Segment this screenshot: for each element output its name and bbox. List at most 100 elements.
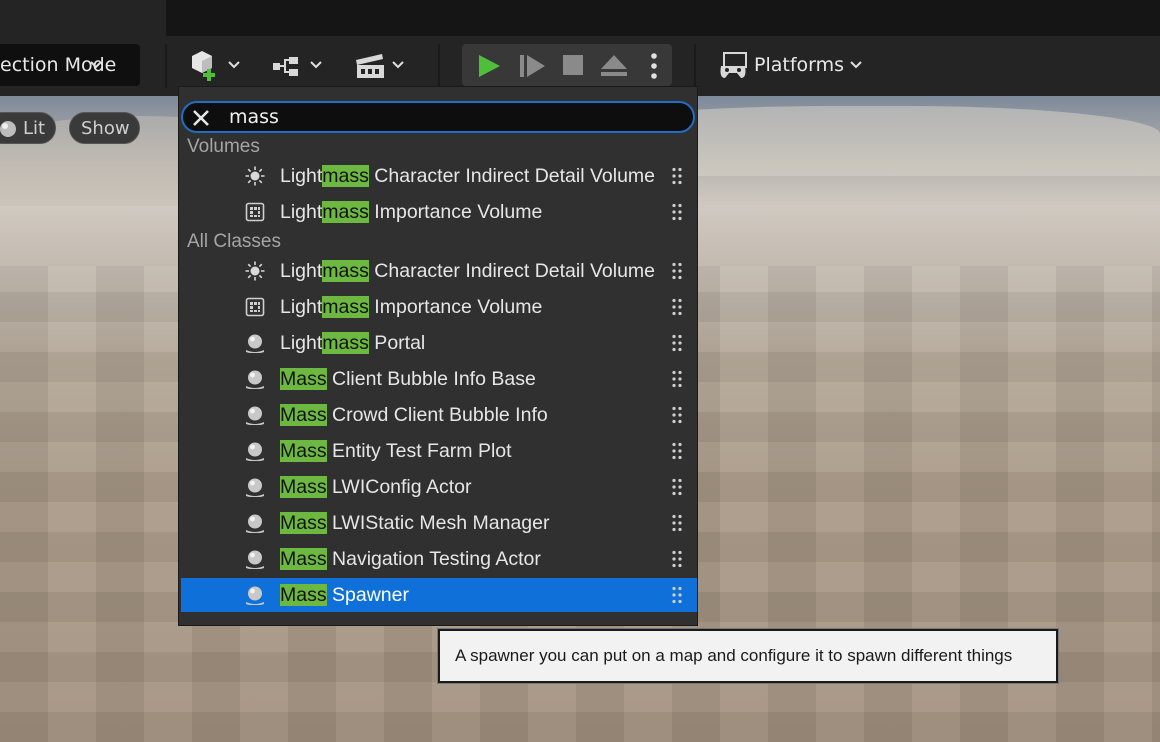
drag-handle-icon[interactable]: [671, 478, 683, 496]
drag-handle-icon[interactable]: [671, 406, 683, 424]
toolbar-divider: [438, 44, 440, 88]
search-match-highlight: Mass: [280, 512, 327, 534]
label-suffix: LWIConfig Actor: [326, 476, 472, 498]
list-item-label: Lightmass Importance Volume: [280, 195, 542, 229]
list-item-label: Mass LWIStatic Mesh Manager: [280, 506, 549, 540]
label-suffix: Client Bubble Info Base: [326, 368, 536, 390]
label-prefix: Light: [280, 201, 323, 223]
search-match-highlight: Mass: [280, 476, 327, 498]
play-icon[interactable]: [476, 53, 502, 79]
label-suffix: Portal: [368, 332, 426, 354]
section-header-volumes: Volumes: [187, 136, 260, 157]
search-match-highlight: Mass: [280, 584, 327, 606]
selection-mode-dropdown[interactable]: ection Mode: [0, 44, 140, 86]
list-item-label: Mass Crowd Client Bubble Info: [280, 398, 548, 432]
list-item-label: Lightmass Importance Volume: [280, 290, 542, 324]
actor-sphere-icon: [245, 405, 265, 426]
drag-handle-icon[interactable]: [671, 370, 683, 388]
list-item[interactable]: Mass Client Bubble Info Base: [181, 362, 697, 396]
list-item[interactable]: Lightmass Character Indirect Detail Volu…: [181, 159, 697, 193]
close-icon[interactable]: [191, 108, 211, 128]
list-item-label: Lightmass Character Indirect Detail Volu…: [280, 159, 655, 193]
toolbar-divider: [165, 44, 167, 88]
label-suffix: Importance Volume: [368, 201, 543, 223]
label-suffix: LWIStatic Mesh Manager: [326, 512, 550, 534]
list-item[interactable]: Lightmass Importance Volume: [181, 195, 697, 229]
drag-handle-icon[interactable]: [671, 262, 683, 280]
search-box: [181, 101, 695, 133]
drag-handle-icon[interactable]: [671, 203, 683, 221]
chevron-down-icon: [850, 61, 862, 69]
sun-burst-icon: [245, 166, 265, 186]
list-item-label: Mass LWIConfig Actor: [280, 470, 471, 504]
list-item-label: Mass Client Bubble Info Base: [280, 362, 536, 396]
list-item[interactable]: Mass LWIStatic Mesh Manager: [181, 506, 697, 540]
actor-sphere-icon: [245, 549, 265, 570]
play-controls: [462, 44, 672, 86]
add-actor-icon[interactable]: [188, 50, 222, 82]
label-suffix: Navigation Testing Actor: [326, 548, 541, 570]
stop-icon[interactable]: [562, 54, 584, 76]
search-match-highlight: mass: [322, 332, 369, 354]
more-options-icon[interactable]: [650, 52, 658, 80]
sun-burst-icon: [245, 261, 265, 281]
add-actor-chevron-icon[interactable]: [227, 59, 241, 71]
search-match-highlight: mass: [322, 260, 369, 282]
list-item[interactable]: Mass Entity Test Farm Plot: [181, 434, 697, 468]
search-match-highlight: Mass: [280, 404, 327, 426]
platforms-icon: [720, 52, 747, 78]
show-flags-button[interactable]: Show: [69, 112, 140, 144]
search-match-highlight: Mass: [280, 548, 327, 570]
view-mode-lit-button[interactable]: Lit: [0, 112, 56, 144]
list-item-label: Mass Navigation Testing Actor: [280, 542, 541, 576]
search-match-highlight: Mass: [280, 368, 327, 390]
add-actor-menu: Volumes Lightmass Character Indirect Det…: [178, 86, 698, 626]
show-label: Show: [81, 118, 130, 139]
list-item[interactable]: Mass LWIConfig Actor: [181, 470, 697, 504]
cinematics-chevron-icon[interactable]: [391, 59, 405, 71]
drag-handle-icon[interactable]: [671, 167, 683, 185]
drag-handle-icon[interactable]: [671, 586, 683, 604]
cinematics-icon[interactable]: [354, 52, 386, 80]
actor-sphere-icon: [245, 441, 265, 462]
volume-grid-icon: [245, 202, 265, 222]
drag-handle-icon[interactable]: [671, 514, 683, 532]
drag-handle-icon[interactable]: [671, 442, 683, 460]
chevron-down-icon: [90, 61, 102, 69]
blueprint-icon[interactable]: [272, 56, 304, 78]
label-prefix: Light: [280, 260, 323, 282]
actor-sphere-icon: [245, 477, 265, 498]
search-input[interactable]: [229, 105, 669, 129]
list-item-label: Mass Entity Test Farm Plot: [280, 434, 512, 468]
list-item[interactable]: Lightmass Importance Volume: [181, 290, 697, 324]
drag-handle-icon[interactable]: [671, 550, 683, 568]
list-item[interactable]: Lightmass Portal: [181, 326, 697, 360]
section-header-all-classes: All Classes: [187, 231, 281, 252]
list-item[interactable]: Mass Navigation Testing Actor: [181, 542, 697, 576]
label-suffix: Entity Test Farm Plot: [326, 440, 512, 462]
actor-sphere-icon: [245, 369, 265, 390]
drag-handle-icon[interactable]: [671, 334, 683, 352]
lit-label: Lit: [23, 118, 46, 139]
list-item[interactable]: Lightmass Character Indirect Detail Volu…: [181, 254, 697, 288]
blueprint-chevron-icon[interactable]: [309, 59, 323, 71]
advance-frame-icon[interactable]: [518, 53, 546, 79]
list-item[interactable]: Mass Crowd Client Bubble Info: [181, 398, 697, 432]
label-suffix: Character Indirect Detail Volume: [368, 260, 656, 282]
label-suffix: Crowd Client Bubble Info: [326, 404, 548, 426]
search-match-highlight: mass: [322, 165, 369, 187]
item-tooltip: A spawner you can put on a map and confi…: [438, 629, 1058, 683]
list-item-label: Lightmass Portal: [280, 326, 425, 360]
search-match-highlight: Mass: [280, 440, 327, 462]
eject-icon[interactable]: [600, 54, 628, 78]
drag-handle-icon[interactable]: [671, 298, 683, 316]
list-item-label: Mass Spawner: [280, 578, 409, 612]
actor-sphere-icon: [245, 333, 265, 354]
lit-sphere-icon: [0, 121, 16, 137]
list-item[interactable]: Mass Spawner: [181, 578, 697, 612]
level-tab[interactable]: [0, 0, 166, 36]
label-suffix: Character Indirect Detail Volume: [368, 165, 656, 187]
label-suffix: Importance Volume: [368, 296, 543, 318]
volume-grid-icon: [245, 297, 265, 317]
search-match-highlight: mass: [322, 296, 369, 318]
